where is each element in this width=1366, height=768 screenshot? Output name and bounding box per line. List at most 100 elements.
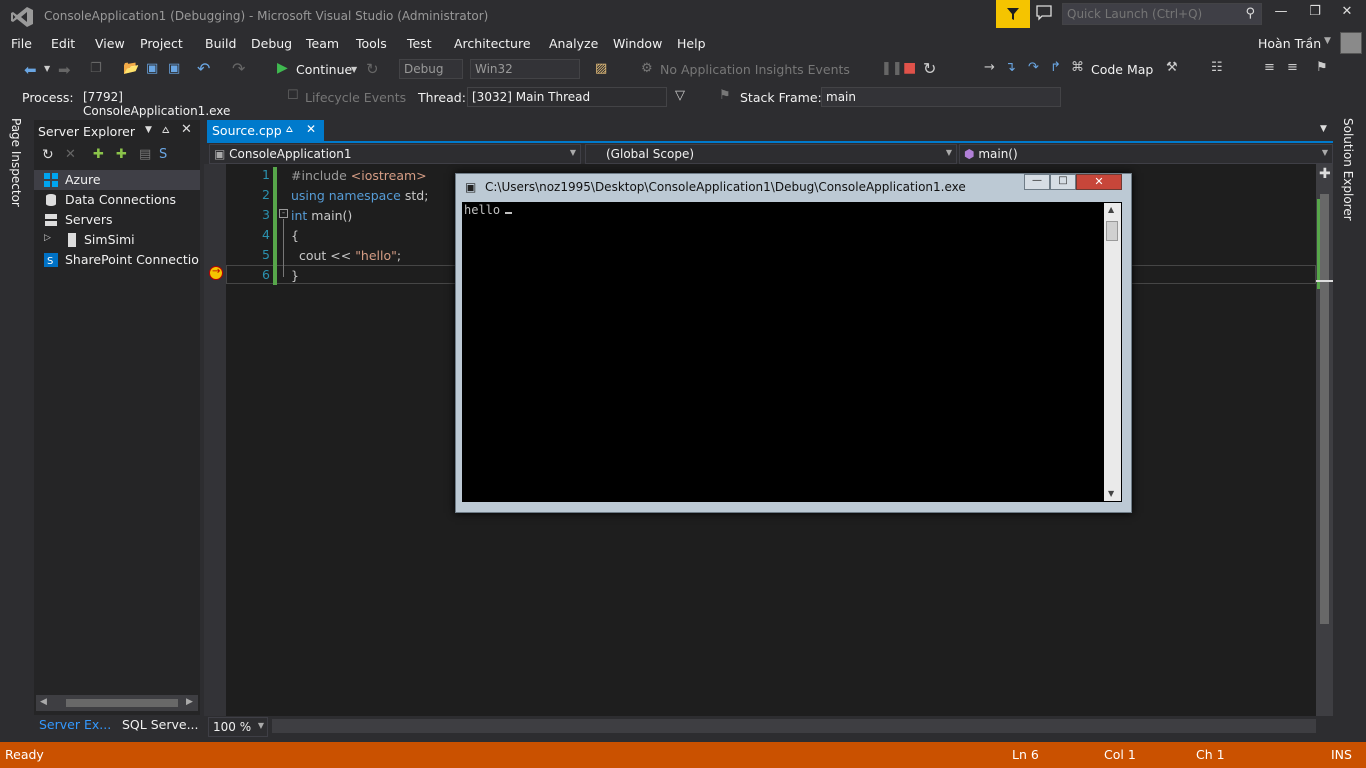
tab-server-explorer[interactable]: Server Ex... <box>39 717 111 732</box>
back-icon[interactable]: ⬅ <box>24 61 37 79</box>
menu-analyze[interactable]: Analyze <box>549 36 598 51</box>
quick-launch-input[interactable] <box>1063 4 1241 24</box>
collapse-icon[interactable]: - <box>279 209 288 218</box>
stop-refresh-icon[interactable]: ✕ <box>65 147 76 162</box>
stop-icon[interactable]: ■ <box>903 60 916 76</box>
tree-item-sharepoint[interactable]: S SharePoint Connections <box>34 250 200 270</box>
menu-test[interactable]: Test <box>407 36 432 51</box>
menu-help[interactable]: Help <box>677 36 706 51</box>
filter-icon[interactable]: ▤ <box>139 147 151 162</box>
tree-item-simsimi[interactable]: ▷ SimSimi <box>34 230 200 250</box>
menu-tools[interactable]: Tools <box>356 36 387 51</box>
new-project-icon[interactable]: ❐ <box>90 61 102 76</box>
scrollbar-thumb[interactable] <box>66 699 178 707</box>
tools-icon[interactable]: ⚒ <box>1166 60 1178 75</box>
scroll-up-icon[interactable]: ▲ <box>1108 205 1114 214</box>
console-scrollbar[interactable]: ▲ ▼ <box>1104 203 1121 501</box>
pin-icon[interactable]: ⩟ <box>162 122 169 137</box>
code-map-button[interactable]: Code Map <box>1091 62 1153 77</box>
chevron-down-icon[interactable]: ▼ <box>145 125 152 135</box>
scroll-down-icon[interactable]: ▼ <box>1108 489 1114 498</box>
page-inspector-tab[interactable]: Page Inspector <box>9 118 23 207</box>
sharepoint-connect-icon[interactable]: S <box>159 147 167 162</box>
vertical-scrollbar[interactable] <box>1316 164 1333 716</box>
bookmark-icon[interactable]: ⚑ <box>1316 60 1328 75</box>
pin-icon[interactable]: ⩟ <box>286 122 293 136</box>
step-out-icon[interactable]: ↱ <box>1050 60 1061 75</box>
flag-thread-icon[interactable]: ⚑ <box>719 88 731 103</box>
chevron-down-icon[interactable]: ▼ <box>1322 148 1328 157</box>
tab-sql-server[interactable]: SQL Serve... <box>122 717 198 732</box>
scroll-left-icon[interactable]: ◀ <box>40 697 47 707</box>
restore-button[interactable]: ❐ <box>1302 4 1328 26</box>
lifecycle-events-button[interactable]: Lifecycle Events <box>305 90 406 105</box>
connect-database-icon[interactable]: ✚ <box>93 147 104 162</box>
menu-edit[interactable]: Edit <box>51 36 75 51</box>
chevron-down-icon[interactable]: ▼ <box>1320 124 1327 134</box>
menu-build[interactable]: Build <box>205 36 236 51</box>
refresh-icon[interactable]: ↻ <box>366 60 379 78</box>
undo-icon[interactable]: ↶ <box>197 59 210 78</box>
thread-dropdown[interactable]: [3032] Main Thread <box>467 87 667 107</box>
show-next-statement-icon[interactable]: → <box>984 60 995 75</box>
step-over-icon[interactable]: ↷ <box>1028 60 1039 75</box>
breakpoint-gutter[interactable] <box>204 164 226 716</box>
comment-icon[interactable]: ☷ <box>1211 60 1223 75</box>
step-into-icon[interactable]: ↴ <box>1005 60 1016 75</box>
console-minimize-button[interactable]: — <box>1024 174 1050 190</box>
redo-icon[interactable]: ↷ <box>232 59 245 78</box>
scrollbar-thumb[interactable] <box>1106 221 1118 241</box>
chevron-down-icon[interactable]: ▼ <box>351 65 357 74</box>
menu-file[interactable]: File <box>11 36 32 51</box>
save-icon[interactable]: ▣ <box>146 61 158 76</box>
tab-source-cpp[interactable]: Source.cpp ⩟ ✕ <box>207 120 324 141</box>
align-right-icon[interactable]: ≡ <box>1287 60 1298 75</box>
chevron-down-icon[interactable]: ▼ <box>570 148 576 157</box>
connect-server-icon[interactable]: ✚ <box>116 147 127 162</box>
restart-icon[interactable]: ↻ <box>923 59 936 78</box>
filter-icon[interactable]: ▽ <box>675 88 685 103</box>
console-close-button[interactable]: ✕ <box>1076 174 1122 190</box>
tree-item-azure[interactable]: Azure <box>34 170 200 190</box>
process-dropdown[interactable]: [7792] ConsoleApplication1.exe <box>78 87 278 118</box>
chevron-down-icon[interactable]: ▼ <box>258 721 264 730</box>
insights-label[interactable]: No Application Insights Events <box>660 62 850 77</box>
console-maximize-button[interactable]: □ <box>1050 174 1076 190</box>
scroll-right-icon[interactable]: ▶ <box>186 697 193 707</box>
stack-frame-dropdown[interactable]: main <box>821 87 1061 107</box>
zoom-dropdown[interactable]: 100 % ▼ <box>208 717 268 737</box>
scrollbar-thumb[interactable] <box>1320 194 1329 624</box>
console-output-area[interactable] <box>462 202 1122 502</box>
chevron-right-icon[interactable]: ▷ <box>44 233 51 243</box>
scope-dropdown[interactable]: (Global Scope) ▼ <box>585 144 957 164</box>
attach-icon[interactable]: ▨ <box>595 61 607 76</box>
chevron-down-icon[interactable]: ▼ <box>1324 36 1331 46</box>
forward-icon[interactable]: ➡ <box>58 61 71 79</box>
chevron-down-icon[interactable]: ▼ <box>946 148 952 157</box>
open-folder-icon[interactable]: 📂 <box>123 61 139 76</box>
notification-button[interactable] <box>996 0 1030 28</box>
quick-launch-box[interactable]: ⚲ <box>1062 3 1262 25</box>
member-dropdown[interactable]: ⬢ main() ▼ <box>959 144 1333 164</box>
avatar[interactable] <box>1340 32 1362 54</box>
menu-project[interactable]: Project <box>140 36 183 51</box>
tree-item-data-connections[interactable]: Data Connections <box>34 190 200 210</box>
close-icon[interactable]: ✕ <box>181 122 192 137</box>
refresh-icon[interactable]: ↻ <box>42 147 54 163</box>
close-button[interactable]: ✕ <box>1334 4 1360 26</box>
chevron-down-icon[interactable]: ▼ <box>44 64 50 73</box>
configuration-dropdown[interactable]: Debug <box>399 59 463 79</box>
continue-icon[interactable]: ▶ <box>277 60 288 76</box>
tree-item-servers[interactable]: Servers <box>34 210 200 230</box>
split-icon[interactable]: ✚ <box>1319 166 1331 182</box>
search-icon[interactable]: ⚲ <box>1245 6 1255 21</box>
pause-icon[interactable]: ❚❚ <box>881 61 903 76</box>
align-left-icon[interactable]: ≡ <box>1264 60 1275 75</box>
horizontal-scrollbar[interactable] <box>272 719 1316 733</box>
user-name[interactable]: Hoàn Trần <box>1258 36 1321 51</box>
minimize-button[interactable]: — <box>1268 4 1294 26</box>
menu-team[interactable]: Team <box>306 36 339 51</box>
save-all-icon[interactable]: ▣ <box>168 61 180 76</box>
menu-view[interactable]: View <box>95 36 125 51</box>
feedback-icon[interactable] <box>1036 5 1052 21</box>
